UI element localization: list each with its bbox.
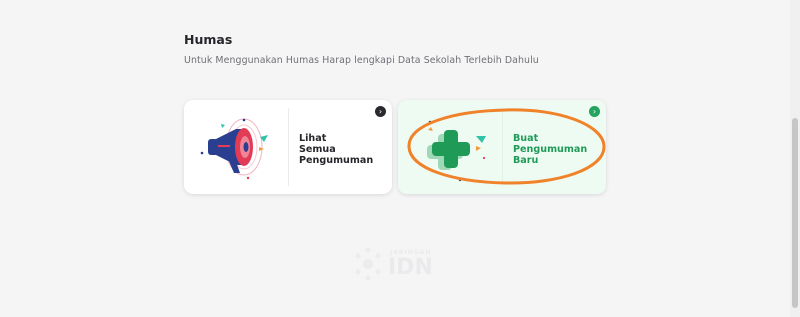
card-divider xyxy=(288,108,289,186)
create-announcement-card[interactable]: Buat Pengumuman Baru › xyxy=(398,100,606,194)
page-title: Humas xyxy=(184,32,233,47)
card-divider xyxy=(502,108,503,186)
humas-page: Humas Untuk Menggunakan Humas Harap leng… xyxy=(0,0,790,317)
scrollbar-thumb[interactable] xyxy=(792,118,798,308)
view-all-announcements-card[interactable]: Lihat Semua Pengumuman › xyxy=(184,100,392,194)
watermark-logo: JARINGAN IDN xyxy=(352,246,452,282)
create-announcement-label: Buat Pengumuman Baru xyxy=(513,133,588,166)
watermark-big-text: IDN xyxy=(388,255,433,280)
vertical-scrollbar[interactable] xyxy=(790,0,800,317)
plus-icon xyxy=(398,100,502,194)
megaphone-icon xyxy=(184,100,288,194)
chevron-right-icon: › xyxy=(375,106,386,117)
chevron-right-icon: › xyxy=(589,106,600,117)
page-subtitle: Untuk Menggunakan Humas Harap lengkapi D… xyxy=(184,55,539,66)
view-all-announcements-label: Lihat Semua Pengumuman xyxy=(299,133,374,166)
